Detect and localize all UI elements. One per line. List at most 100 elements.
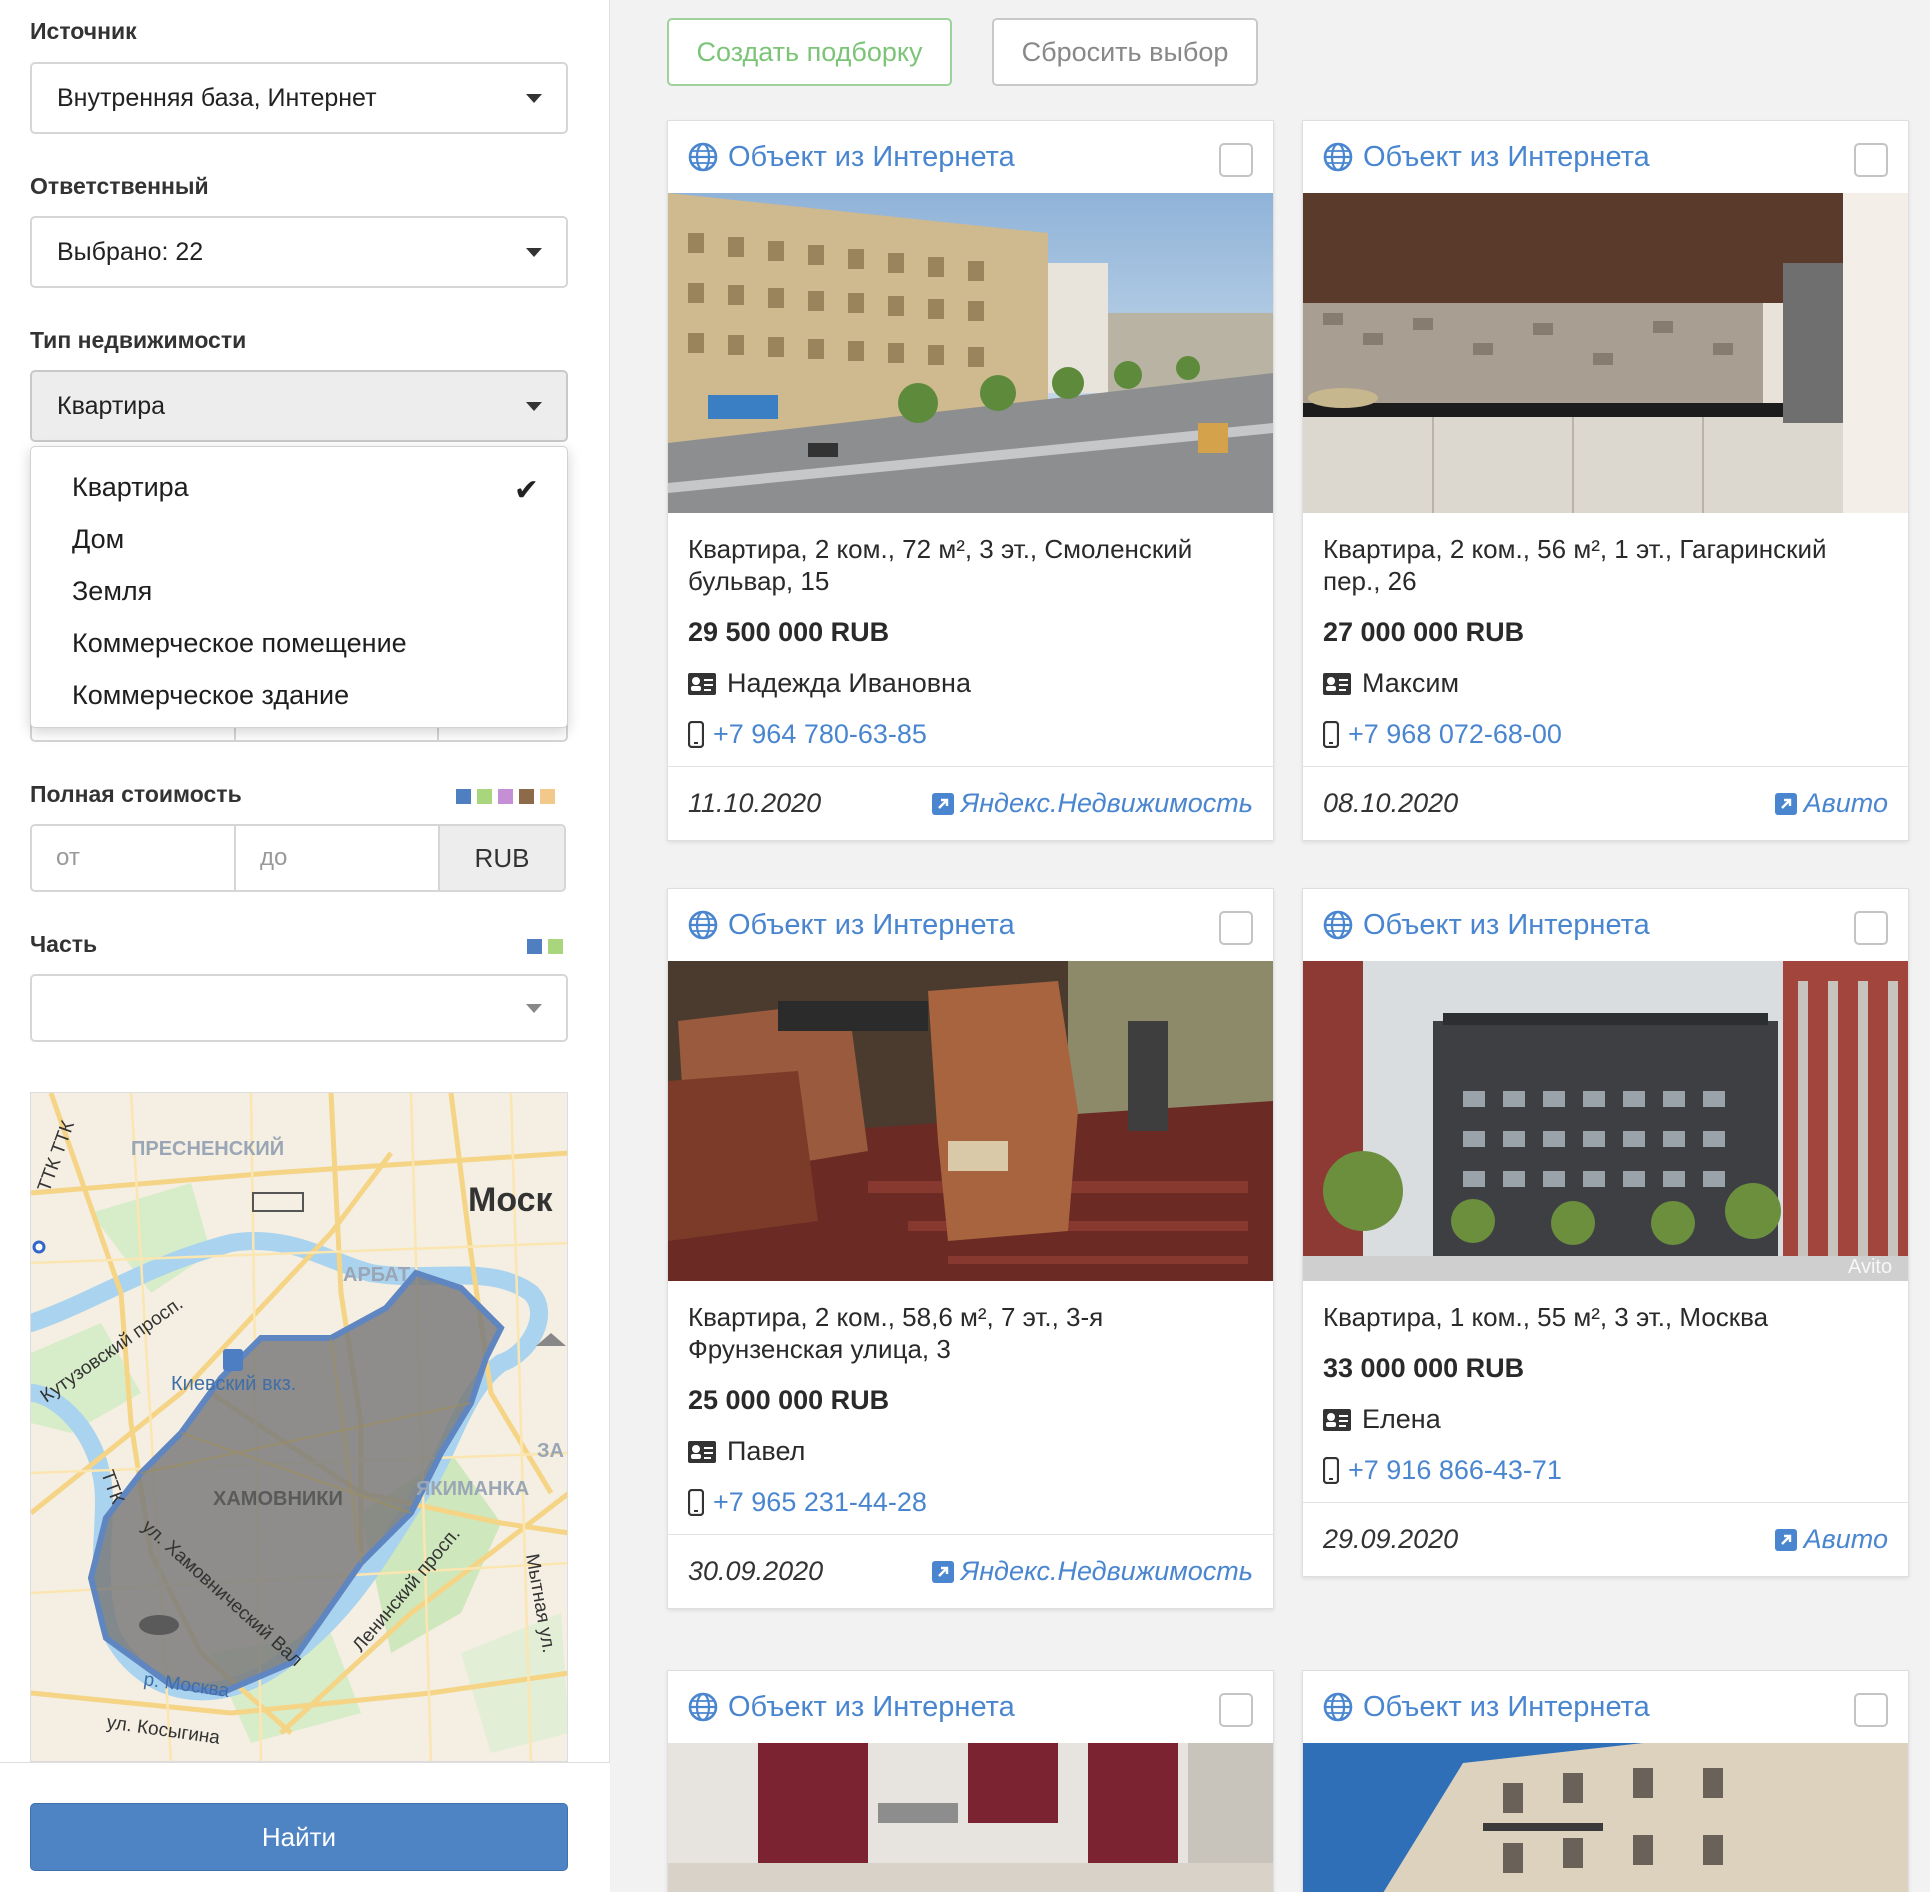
listing-photo[interactable] [668, 1743, 1273, 1892]
dropdown-option[interactable]: Дом [31, 513, 567, 565]
phone-link[interactable]: +7 968 072-68-00 [1348, 719, 1562, 750]
chevron-down-icon [526, 1004, 542, 1013]
phone-row[interactable]: +7 916 866-43-71 [1323, 1455, 1888, 1486]
listing-photo[interactable]: Avito [1303, 961, 1908, 1281]
phone-row[interactable]: +7 964 780-63-85 [688, 719, 1253, 750]
globe-icon [1323, 1692, 1353, 1722]
source-link-label: Авито [1803, 788, 1888, 818]
listing-date: 29.09.2020 [1323, 1524, 1459, 1554]
chevron-down-icon [526, 402, 542, 411]
source-link[interactable]: Яндекс.Недвижимость [931, 1556, 1253, 1587]
dropdown-option-label: Земля [72, 575, 153, 606]
map-label-arbat: АРБАТ [343, 1264, 410, 1286]
source-label: Источник [30, 18, 137, 44]
source-link-label: Яндекс.Недвижимость [960, 788, 1253, 818]
phone-link[interactable]: +7 965 231-44-28 [713, 1487, 927, 1518]
mobile-phone-icon [688, 1489, 704, 1516]
listing-photo[interactable] [668, 961, 1273, 1281]
price-from-input[interactable] [32, 826, 236, 890]
select-checkbox[interactable] [1854, 143, 1888, 177]
listing-photo[interactable] [1303, 193, 1908, 513]
phone-row[interactable]: +7 965 231-44-28 [688, 1487, 1253, 1518]
listing-card[interactable]: Объект из Интернета [667, 1670, 1274, 1892]
source-select[interactable]: Внутренняя база, Интернет [30, 62, 568, 134]
dropdown-option[interactable]: Квартира ✔ [31, 461, 567, 513]
globe-icon [688, 910, 718, 940]
area-map[interactable]: ПРЕСНЕНСКИЙ Моск АРБАТ ХАМОВНИКИ ЯКИМАНК… [30, 1092, 568, 1762]
map-label-khamovniki: ХАМОВНИКИ [213, 1488, 343, 1510]
listing-price: 29 500 000 RUB [688, 617, 890, 647]
dropdown-option[interactable]: Коммерческое помещение [31, 617, 567, 669]
listing-card[interactable]: Объект из Интернета Квартира, 2 ком., 58… [667, 888, 1274, 1609]
map-label-kosygina: ул. Косыгина [105, 1712, 221, 1749]
listing-date: 11.10.2020 [688, 788, 822, 818]
card-source: Объект из Интернета [1363, 140, 1650, 173]
phone-link[interactable]: +7 964 780-63-85 [713, 719, 927, 750]
contact-name: Павел [727, 1436, 806, 1466]
phone-row[interactable]: +7 968 072-68-00 [1323, 719, 1888, 750]
select-checkbox[interactable] [1854, 911, 1888, 945]
dropdown-option[interactable]: Коммерческое здание [31, 669, 567, 721]
dropdown-option[interactable]: Земля [31, 565, 567, 617]
color-swatch [519, 789, 534, 804]
listing-card[interactable]: Объект из Интернета [1302, 1670, 1909, 1892]
price-label: Полная стоимость [30, 781, 242, 807]
contact-row: Надежда Ивановна [688, 668, 1253, 699]
price-to-input[interactable] [236, 826, 440, 890]
card-body: Квартира, 2 ком., 72 м², 3 эт., Смоленск… [668, 513, 1273, 750]
property-type-select[interactable]: Квартира [30, 370, 568, 442]
avito-watermark: Avito [1848, 1256, 1892, 1278]
listing-card[interactable]: Объект из Интернета Avito Квартира, 1 ко… [1302, 888, 1909, 1577]
color-swatch [527, 939, 542, 954]
select-checkbox[interactable] [1854, 1693, 1888, 1727]
listing-card[interactable]: Объект из Интернета Квартира, 2 ком., 56… [1302, 120, 1909, 841]
globe-icon [1323, 910, 1353, 940]
source-link[interactable]: Авито [1774, 1524, 1888, 1555]
card-header: Объект из Интернета [1303, 1671, 1908, 1743]
map-label-moscow: Моск [468, 1181, 554, 1219]
card-header: Объект из Интернета [668, 1671, 1273, 1743]
external-link-icon [1774, 1528, 1797, 1551]
listing-price: 27 000 000 RUB [1323, 617, 1525, 647]
card-footer: 30.09.2020 Яндекс.Недвижимость [668, 1534, 1273, 1608]
globe-icon [688, 1692, 718, 1722]
listing-title: Квартира, 2 ком., 72 м², 3 эт., Смоленск… [688, 534, 1193, 596]
dropdown-option-label: Квартира [72, 471, 189, 502]
select-checkbox[interactable] [1219, 143, 1253, 177]
card-body: Квартира, 2 ком., 56 м², 1 эт., Гагаринс… [1303, 513, 1908, 750]
create-selection-button[interactable]: Создать подборку [667, 18, 952, 86]
contact-name: Надежда Ивановна [727, 668, 971, 698]
select-checkbox[interactable] [1219, 911, 1253, 945]
contact-name: Максим [1362, 668, 1460, 698]
external-link-icon [931, 1560, 954, 1583]
listing-card[interactable]: Объект из Интернета Квартира, 2 ком., 72… [667, 120, 1274, 841]
filter-sidebar: Источник Внутренняя база, Интернет Ответ… [0, 0, 610, 1892]
card-header: Объект из Интернета [1303, 889, 1908, 961]
card-footer: 29.09.2020 Авито [1303, 1502, 1908, 1576]
contact-row: Павел [688, 1436, 1253, 1467]
find-button[interactable]: Найти [30, 1803, 568, 1871]
source-link[interactable]: Яндекс.Недвижимость [931, 788, 1253, 819]
checkmark-icon: ✔ [513, 474, 539, 507]
phone-link[interactable]: +7 916 866-43-71 [1348, 1455, 1562, 1486]
contact-card-icon [688, 672, 716, 695]
responsible-select[interactable]: Выбрано: 22 [30, 216, 568, 288]
part-select[interactable] [30, 974, 568, 1042]
select-checkbox[interactable] [1219, 1693, 1253, 1727]
color-swatch [548, 939, 563, 954]
listing-date: 08.10.2020 [1323, 788, 1459, 818]
listing-photo[interactable] [668, 193, 1273, 513]
contact-row: Елена [1323, 1404, 1888, 1435]
card-header: Объект из Интернета [1303, 121, 1908, 193]
source-select-value: Внутренняя база, Интернет [57, 83, 377, 112]
source-link[interactable]: Авито [1774, 788, 1888, 819]
color-swatch [540, 789, 555, 804]
listing-photo[interactable] [1303, 1743, 1908, 1892]
globe-icon [688, 142, 718, 172]
map-label-yakimanka: ЯКИМАНКА [416, 1478, 529, 1500]
card-source: Объект из Интернета [1363, 1690, 1650, 1723]
reset-selection-button[interactable]: Сбросить выбор [992, 18, 1258, 86]
listing-date: 30.09.2020 [688, 1556, 824, 1586]
part-label: Часть [30, 931, 98, 957]
card-body: Квартира, 1 ком., 55 м², 3 эт., Москва 3… [1303, 1281, 1908, 1486]
